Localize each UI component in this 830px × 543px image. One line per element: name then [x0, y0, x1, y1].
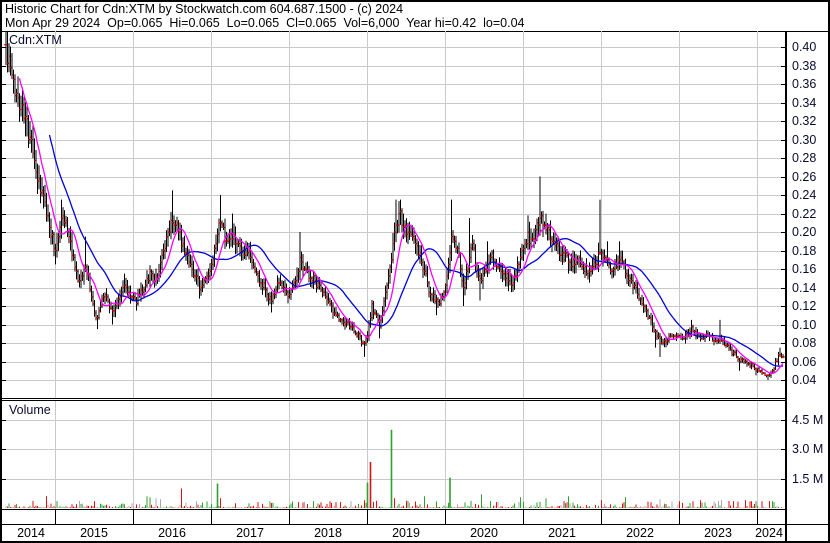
- volume-tick-label: 3.0 M: [792, 442, 824, 457]
- price-tick-label: 0.08: [792, 336, 817, 350]
- price-tick-label: 0.30: [792, 132, 817, 147]
- price-tick-label: 0.22: [792, 206, 817, 221]
- year-label: 2023: [704, 526, 732, 540]
- year-label: 2020: [470, 526, 498, 540]
- volume-tick-label: 4.5 M: [792, 412, 824, 427]
- time-axis-separator: [2, 524, 828, 525]
- year-label: 2014: [17, 526, 45, 540]
- year-tick-mark: [55, 510, 56, 524]
- price-tick-label: 0.38: [792, 58, 817, 73]
- year-tick-mark: [601, 510, 602, 524]
- price-tick-label: 0.40: [792, 40, 817, 54]
- price-tick-label: 0.20: [792, 225, 817, 239]
- price-tick-label: 0.24: [792, 188, 817, 202]
- year-label: 2022: [626, 526, 654, 540]
- year-label: 2018: [314, 526, 342, 540]
- stockwatch-historic-chart-window: Historic Chart for Cdn:XTM by Stockwatch…: [0, 0, 830, 543]
- price-tick-label: 0.10: [792, 317, 817, 332]
- year-tick-mark: [523, 510, 524, 524]
- year-label: 2024: [755, 526, 783, 540]
- year-label: 2016: [158, 526, 186, 540]
- axis-column-border: [785, 31, 787, 541]
- chart-title: Historic Chart for Cdn:XTM by Stockwatch…: [5, 2, 404, 16]
- year-tick-mark: [757, 510, 758, 524]
- price-tick-label: 0.16: [792, 262, 817, 276]
- year-label: 2019: [392, 526, 420, 540]
- price-tick-label: 0.26: [792, 169, 817, 184]
- price-tick-label: 0.14: [792, 280, 817, 295]
- year-label: 2015: [80, 526, 108, 540]
- year-tick-mark: [679, 510, 680, 524]
- year-tick-mark: [367, 510, 368, 524]
- chart-header: Historic Chart for Cdn:XTM by Stockwatch…: [2, 2, 828, 32]
- price-tick-label: 0.12: [792, 299, 817, 313]
- year-label: 2021: [548, 526, 576, 540]
- price-tick-label: 0.34: [792, 95, 817, 110]
- volume-tick-label: 1.5 M: [792, 471, 824, 486]
- price-tick-label: 0.32: [792, 114, 817, 128]
- price-tick-label: 0.06: [792, 354, 817, 369]
- volume-label: Volume: [9, 403, 51, 417]
- volume-panel-bottom-border: [2, 509, 787, 510]
- price-tick-label: 0.36: [792, 77, 817, 91]
- year-tick-mark: [289, 510, 290, 524]
- price-chart-canvas: [2, 31, 785, 398]
- year-tick-mark: [445, 510, 446, 524]
- year-tick-mark: [133, 510, 134, 524]
- year-tick-mark: [211, 510, 212, 524]
- price-tick-label: 0.28: [792, 151, 817, 165]
- price-tick-label: 0.04: [792, 373, 817, 387]
- price-tick-label: 0.18: [792, 243, 817, 258]
- volume-chart-canvas: [2, 401, 785, 509]
- symbol-label: Cdn:XTM: [9, 33, 62, 47]
- quote-summary-line: Mon Apr 29 2024 Op=0.065 Hi=0.065 Lo=0.0…: [5, 16, 525, 30]
- year-label: 2017: [236, 526, 264, 540]
